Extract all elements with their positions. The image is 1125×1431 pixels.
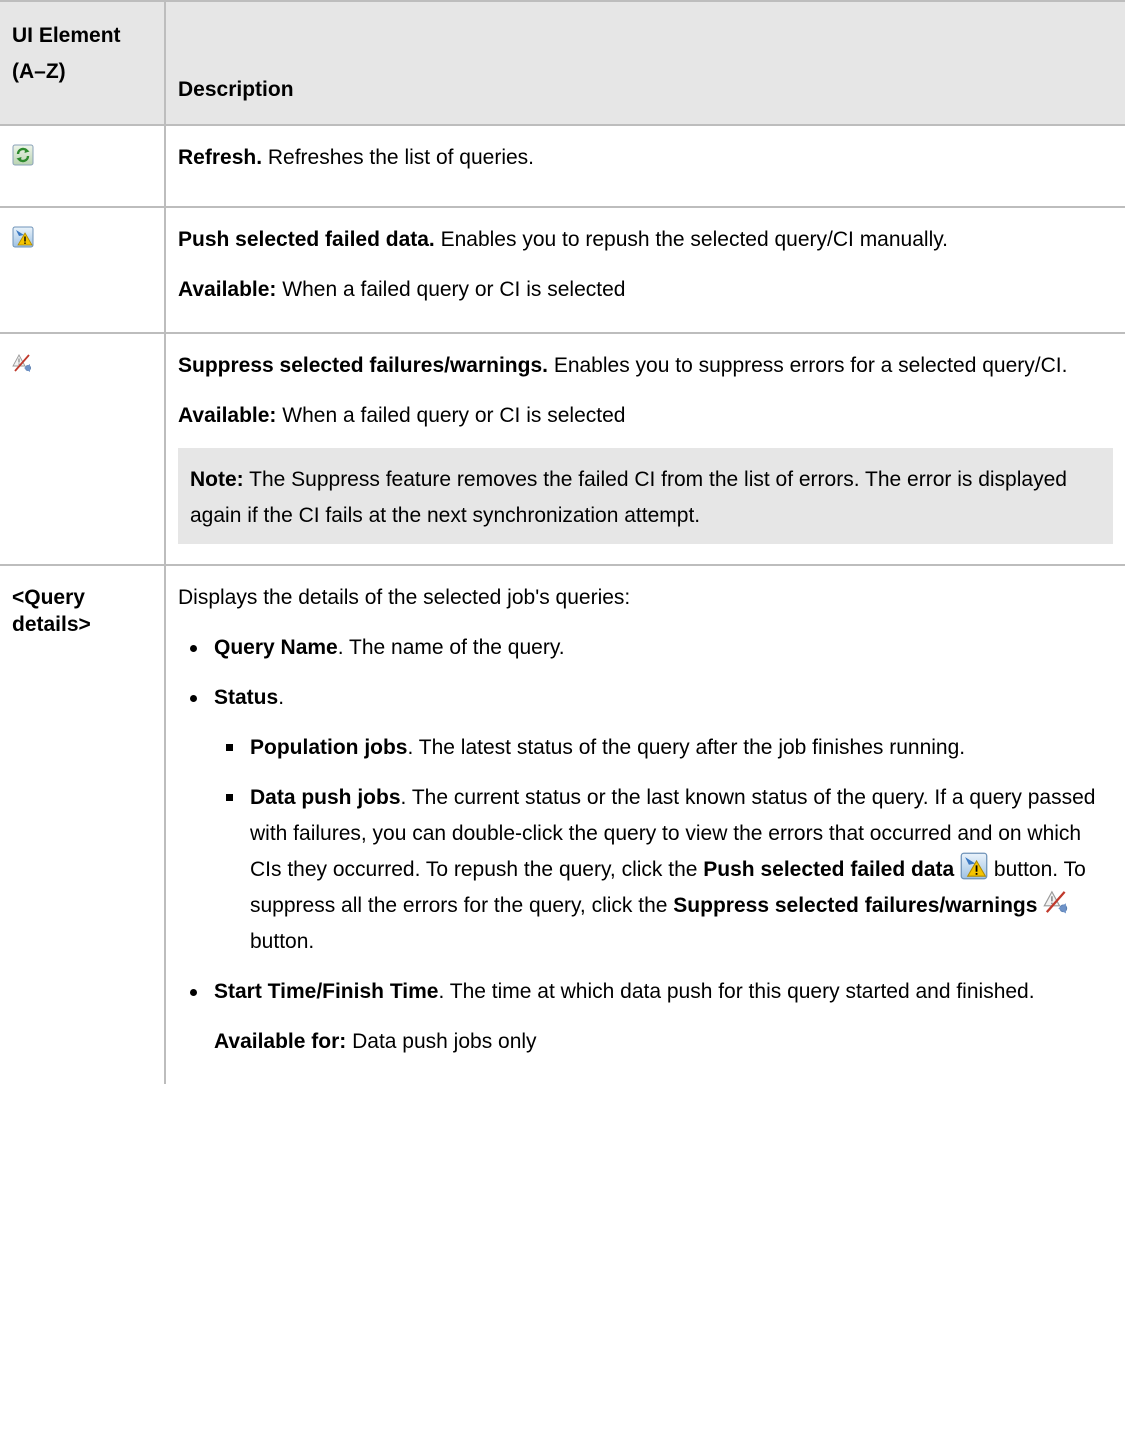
description-cell: Displays the details of the selected job…: [165, 565, 1125, 1084]
description-cell: Suppress selected failures/warnings. Ena…: [165, 333, 1125, 565]
suppress-note: Note: The Suppress feature removes the f…: [178, 448, 1113, 544]
list-item: Start Time/Finish Time. The time at whic…: [178, 974, 1113, 1010]
suppress-avail-text: When a failed query or CI is selected: [276, 404, 626, 427]
suppress-avail-label: Available:: [178, 404, 277, 427]
query-avail-text: Data push jobs only: [346, 1030, 537, 1053]
status-sublist: Population jobs. The latest status of th…: [214, 730, 1113, 960]
list-item: Query Name. The name of the query.: [178, 630, 1113, 666]
push-avail-label: Available:: [178, 278, 277, 301]
push-failed-data-icon: [960, 852, 988, 880]
query-avail-label: Available for:: [214, 1030, 347, 1053]
suppress-title: Suppress selected failures/warnings.: [178, 354, 548, 377]
refresh-description: Refresh. Refreshes the list of queries.: [178, 140, 1113, 176]
push-text: Enables you to repush the selected query…: [434, 228, 949, 251]
suppress-failures-icon: [12, 352, 34, 374]
refresh-text: Refreshes the list of queries.: [262, 146, 534, 169]
push-title: Push selected failed data.: [178, 228, 435, 251]
query-availability: Available for: Data push jobs only: [178, 1024, 1113, 1060]
data-push-jobs-text-3: button.: [250, 930, 315, 953]
suppress-availability: Available: When a failed query or CI is …: [178, 398, 1113, 434]
push-selected-label: Push selected failed data: [703, 858, 955, 881]
query-details-label: <Query details>: [0, 565, 166, 1084]
table-row: <Query details> Displays the details of …: [0, 565, 1125, 1084]
suppress-description: Suppress selected failures/warnings. Ena…: [178, 348, 1113, 384]
status-text: .: [278, 686, 285, 709]
table-row: Suppress selected failures/warnings. Ena…: [0, 333, 1125, 565]
header-ui-element: UI Element (A–Z): [0, 1, 166, 125]
start-finish-text: . The time at which data push for this q…: [438, 980, 1035, 1003]
ui-element-cell: [0, 207, 166, 333]
table-header-row: UI Element (A–Z) Description: [0, 1, 1125, 125]
data-push-jobs-title: Data push jobs: [250, 786, 401, 809]
status-title: Status: [214, 686, 279, 709]
push-failed-data-icon: [12, 226, 34, 248]
table-row: Refresh. Refreshes the list of queries.: [0, 125, 1125, 207]
table-row: Push selected failed data. Enables you t…: [0, 207, 1125, 333]
ui-element-cell: [0, 333, 166, 565]
population-jobs-text: . The latest status of the query after t…: [407, 736, 966, 759]
ui-elements-table: UI Element (A–Z) Description Refresh. Re…: [0, 0, 1125, 1084]
push-availability: Available: When a failed query or CI is …: [178, 272, 1113, 308]
start-finish-title: Start Time/Finish Time: [214, 980, 439, 1003]
query-name-title: Query Name: [214, 636, 338, 659]
description-cell: Push selected failed data. Enables you t…: [165, 207, 1125, 333]
push-description: Push selected failed data. Enables you t…: [178, 222, 1113, 258]
description-cell: Refresh. Refreshes the list of queries.: [165, 125, 1125, 207]
header-description: Description: [165, 1, 1125, 125]
list-item: Status. Population jobs. The latest stat…: [178, 680, 1113, 960]
refresh-title: Refresh.: [178, 146, 263, 169]
note-text: The Suppress feature removes the failed …: [190, 468, 1067, 527]
population-jobs-title: Population jobs: [250, 736, 408, 759]
list-item: Population jobs. The latest status of th…: [214, 730, 1113, 766]
query-details-list: Query Name. The name of the query. Statu…: [178, 630, 1113, 1010]
query-name-text: . The name of the query.: [337, 636, 565, 659]
suppress-selected-label: Suppress selected failures/warnings: [673, 894, 1038, 917]
suppress-failures-icon: [1043, 888, 1071, 916]
list-item: Data push jobs. The current status or th…: [214, 780, 1113, 960]
query-intro: Displays the details of the selected job…: [178, 586, 631, 609]
suppress-text: Enables you to suppress errors for a sel…: [547, 354, 1068, 377]
note-label: Note:: [190, 468, 244, 491]
ui-element-cell: [0, 125, 166, 207]
refresh-icon: [12, 144, 34, 166]
push-avail-text: When a failed query or CI is selected: [276, 278, 626, 301]
